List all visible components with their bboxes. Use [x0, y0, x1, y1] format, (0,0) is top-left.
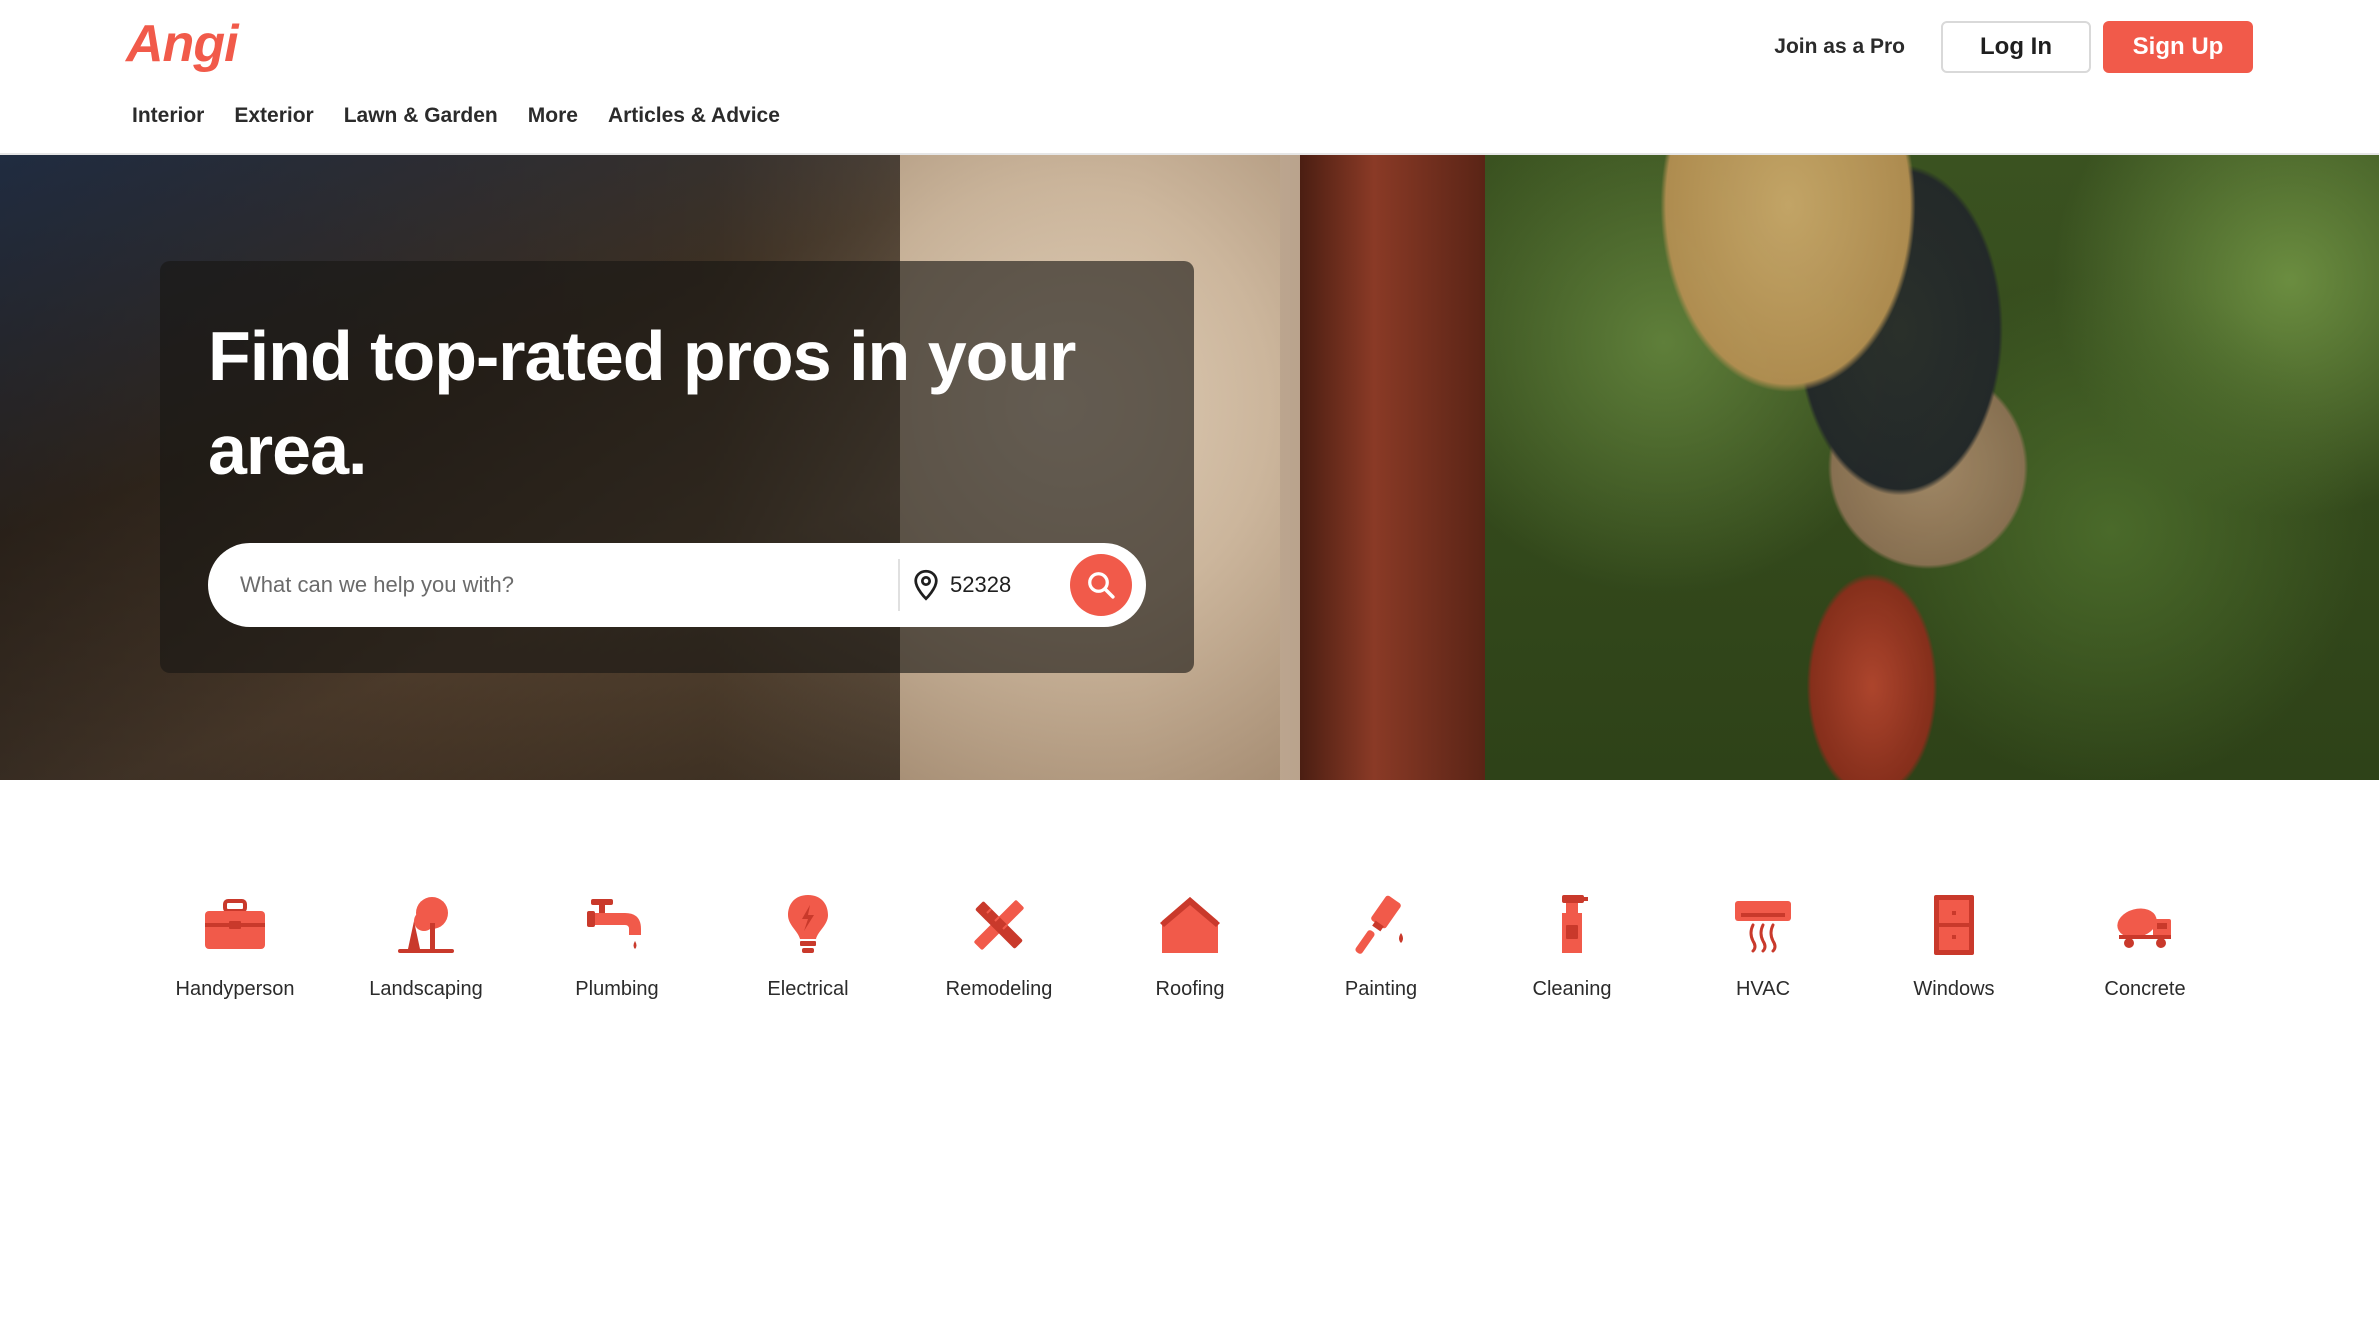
service-search-input[interactable] [208, 543, 898, 627]
category-electrical[interactable]: Electrical [723, 890, 893, 1001]
category-landscaping[interactable]: Landscaping [341, 890, 511, 1001]
category-plumbing[interactable]: Plumbing [532, 890, 702, 1001]
air-conditioner-icon [1728, 890, 1798, 960]
category-label: Painting [1344, 978, 1418, 1000]
signup-button[interactable]: Sign Up [2103, 21, 2253, 73]
hero-banner: Find top-rated pros in your area. [0, 155, 2379, 780]
tree-icon [391, 890, 461, 960]
category-list: Handyperson Landscaping Plumbing Electri… [150, 890, 2230, 1001]
main-nav: Interior Exterior Lawn & Garden More Art… [132, 104, 780, 128]
zip-field [900, 569, 1070, 601]
search-button[interactable] [1070, 554, 1132, 616]
category-label: HVAC [1735, 978, 1791, 1000]
category-concrete[interactable]: Concrete [2060, 890, 2230, 1001]
nav-more[interactable]: More [528, 104, 578, 128]
header-actions: Join as a Pro Log In Sign Up [1774, 21, 2253, 73]
category-remodeling[interactable]: Remodeling [914, 890, 1084, 1001]
category-label: Windows [1913, 978, 1995, 1000]
category-label: Handyperson [175, 978, 295, 1000]
category-cleaning[interactable]: Cleaning [1487, 890, 1657, 1001]
join-as-pro-link[interactable]: Join as a Pro [1774, 35, 1905, 59]
category-label: Landscaping [369, 978, 483, 1000]
location-pin-icon [912, 569, 940, 601]
category-label: Cleaning [1532, 978, 1612, 1000]
category-label: Concrete [2104, 978, 2186, 1000]
faucet-icon [582, 890, 652, 960]
category-handyperson[interactable]: Handyperson [150, 890, 320, 1001]
window-icon [1919, 890, 1989, 960]
category-label: Roofing [1155, 978, 1225, 1000]
category-windows[interactable]: Windows [1869, 890, 2039, 1001]
hero-photo-worker [1620, 155, 2180, 780]
category-label: Remodeling [945, 978, 1053, 1000]
hero-photo-post [1300, 155, 1485, 780]
spray-bottle-icon [1537, 890, 1607, 960]
category-hvac[interactable]: HVAC [1678, 890, 1848, 1001]
ruler-pencil-icon [964, 890, 1034, 960]
nav-articles-advice[interactable]: Articles & Advice [608, 104, 780, 128]
login-button[interactable]: Log In [1941, 21, 2091, 73]
house-icon [1155, 890, 1225, 960]
hero-title: Find top-rated pros in your area. [208, 317, 1076, 489]
category-label: Plumbing [575, 978, 659, 1000]
nav-lawn-garden[interactable]: Lawn & Garden [344, 104, 498, 128]
nav-interior[interactable]: Interior [132, 104, 204, 128]
site-header: Angi Interior Exterior Lawn & Garden Mor… [0, 0, 2379, 155]
hero-search-card: Find top-rated pros in your area. [160, 261, 1194, 673]
toolbox-icon [200, 890, 270, 960]
search-icon [1088, 572, 1115, 599]
category-painting[interactable]: Painting [1296, 890, 1466, 1001]
paintbrush-icon [1346, 890, 1416, 960]
search-bar [208, 543, 1146, 627]
category-roofing[interactable]: Roofing [1105, 890, 1275, 1001]
nav-exterior[interactable]: Exterior [234, 104, 313, 128]
angi-logo[interactable]: Angi [126, 14, 239, 74]
cement-mixer-icon [2110, 890, 2180, 960]
category-label: Electrical [767, 978, 849, 1000]
lightbulb-icon [773, 890, 843, 960]
zip-code-input[interactable] [948, 571, 1068, 599]
